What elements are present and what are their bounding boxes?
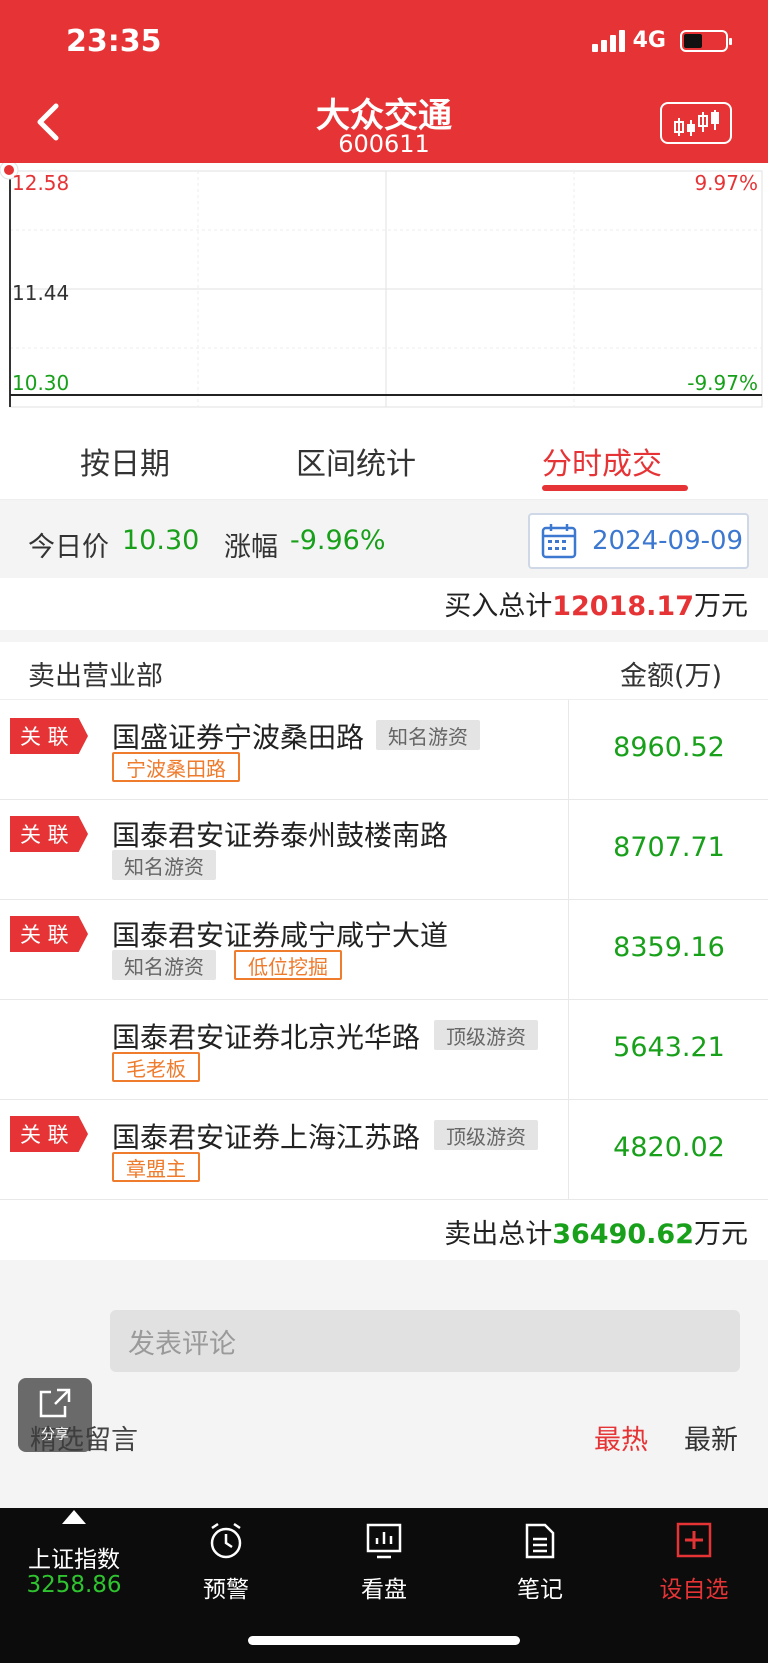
note-icon (525, 1523, 555, 1559)
sell-amount: 4820.02 (613, 1132, 725, 1163)
candlestick-icon (674, 110, 719, 136)
sort-hot[interactable]: 最热 (594, 1418, 648, 1457)
chart-grid (0, 163, 763, 408)
date-picker[interactable]: 2024-09-09 (528, 513, 749, 569)
kline-button[interactable] (660, 102, 732, 144)
sell-total: 卖出总计36490.62万元 (0, 1202, 768, 1260)
buy-total-unit: 万元 (694, 591, 748, 622)
sell-total-unit: 万元 (694, 1219, 748, 1250)
broker-tag: 知名游资 (376, 720, 480, 750)
tab-range-stats[interactable]: 区间统计 (296, 439, 416, 483)
broker-name: 国泰君安证券北京光华路 (112, 1021, 421, 1054)
today-price-value: 10.30 (122, 525, 200, 556)
related-flag: 关 联 (10, 1116, 88, 1152)
comment-input[interactable]: 发表评论 (110, 1310, 740, 1372)
today-price-label: 今日价 (28, 532, 109, 563)
sell-amount: 8359.16 (613, 932, 725, 963)
monitor-chart-icon (366, 1523, 402, 1559)
share-button[interactable]: 分享 (18, 1378, 92, 1452)
table-row[interactable]: 关 联 国盛证券宁波桑田路 知名游资 宁波桑田路 8960.52 (0, 700, 768, 800)
alarm-clock-icon (210, 1522, 242, 1559)
home-indicator (248, 1636, 520, 1645)
buy-total: 买入总计12018.17万元 (0, 578, 768, 630)
pct-high-label: 9.97% (694, 171, 758, 195)
buy-total-value: 12018.17 (552, 591, 694, 622)
broker-tag: 顶级游资 (434, 1120, 538, 1150)
sell-amount: 8960.52 (613, 732, 725, 763)
sell-header-broker: 卖出营业部 (28, 661, 163, 692)
sell-amount: 8707.71 (613, 832, 725, 863)
sell-amount: 5643.21 (613, 1032, 725, 1063)
share-label: 分享 (41, 1427, 69, 1443)
broker-tag: 宁波桑田路 (112, 752, 240, 782)
change-label: 涨幅 (224, 532, 278, 563)
share-icon (39, 1388, 71, 1418)
nav-notes-label: 笔记 (517, 1577, 563, 1603)
sell-brokers-table: 卖出营业部 金额(万) 关 联 国盛证券宁波桑田路 知名游资 宁波桑田路 896… (0, 642, 768, 1260)
broker-name: 国泰君安证券泰州鼓楼南路 (112, 819, 449, 852)
signal-icon (591, 29, 625, 52)
broker-name: 国泰君安证券咸宁咸宁大道 (112, 919, 449, 952)
index-value: 3258.86 (26, 1572, 122, 1598)
calendar-icon (541, 524, 577, 559)
nav-market-watch-label: 看盘 (361, 1577, 407, 1603)
status-time: 23:35 (66, 24, 162, 59)
buy-total-label: 买入总计 (444, 591, 553, 622)
pct-low-label: -9.97% (687, 371, 758, 395)
sort-new[interactable]: 最新 (684, 1418, 738, 1457)
stock-code: 600611 (338, 130, 430, 158)
broker-tag: 知名游资 (112, 850, 216, 880)
related-flag: 关 联 (10, 816, 88, 852)
tab-by-date[interactable]: 按日期 (80, 439, 170, 483)
broker-name: 国盛证券宁波桑田路 (112, 721, 365, 754)
caret-up-icon (62, 1510, 86, 1524)
intraday-chart: 12.58 11.44 10.30 9.97% -9.97% (0, 163, 768, 425)
battery-icon (680, 29, 732, 52)
table-header: 卖出营业部 金额(万) (0, 642, 768, 700)
table-row[interactable]: 关 联 国泰君安证券泰州鼓楼南路 知名游资 8707.71 (0, 800, 768, 900)
index-name: 上证指数 (28, 1547, 120, 1573)
app-header: 23:35 4G 大众交通 600611 (0, 0, 768, 163)
broker-tag: 章盟主 (112, 1152, 200, 1182)
tab-intraday-trades[interactable]: 分时成交 (542, 439, 662, 483)
sell-total-label: 卖出总计 (444, 1219, 553, 1250)
table-row[interactable]: 关 联 国泰君安证券上海江苏路 顶级游资 章盟主 4820.02 (0, 1100, 768, 1200)
broker-tag: 毛老板 (112, 1052, 200, 1082)
related-flag: 关 联 (10, 916, 88, 952)
table-row[interactable]: 关 联 国泰君安证券咸宁咸宁大道 知名游资 低位挖掘 8359.16 (0, 900, 768, 1000)
change-value: -9.96% (290, 525, 386, 556)
active-tab-indicator (542, 485, 688, 491)
selected-date: 2024-09-09 (592, 526, 744, 556)
related-flag: 关 联 (10, 718, 88, 754)
broker-tag: 顶级游资 (434, 1020, 538, 1050)
price-bar: 今日价 10.30 涨幅 -9.96% 2024-09-09 (0, 505, 768, 577)
sell-total-value: 36490.62 (552, 1219, 694, 1250)
add-square-icon (676, 1522, 712, 1558)
table-row[interactable]: 国泰君安证券北京光华路 顶级游资 毛老板 5643.21 (0, 1000, 768, 1100)
tab-bar: 按日期 区间统计 分时成交 (0, 425, 768, 500)
y-low-label: 10.30 (12, 371, 70, 395)
network-type: 4G (632, 28, 666, 53)
nav-add-watchlist-label: 设自选 (659, 1577, 729, 1603)
status-indicators: 4G (591, 28, 732, 53)
y-high-label: 12.58 (12, 171, 70, 195)
broker-tag: 低位挖掘 (234, 950, 342, 980)
broker-tag: 知名游资 (112, 950, 216, 980)
broker-name: 国泰君安证券上海江苏路 (112, 1121, 421, 1154)
sell-header-amount: 金额(万) (620, 661, 723, 692)
y-mid-label: 11.44 (12, 281, 70, 305)
nav-alert-label: 预警 (203, 1577, 249, 1603)
